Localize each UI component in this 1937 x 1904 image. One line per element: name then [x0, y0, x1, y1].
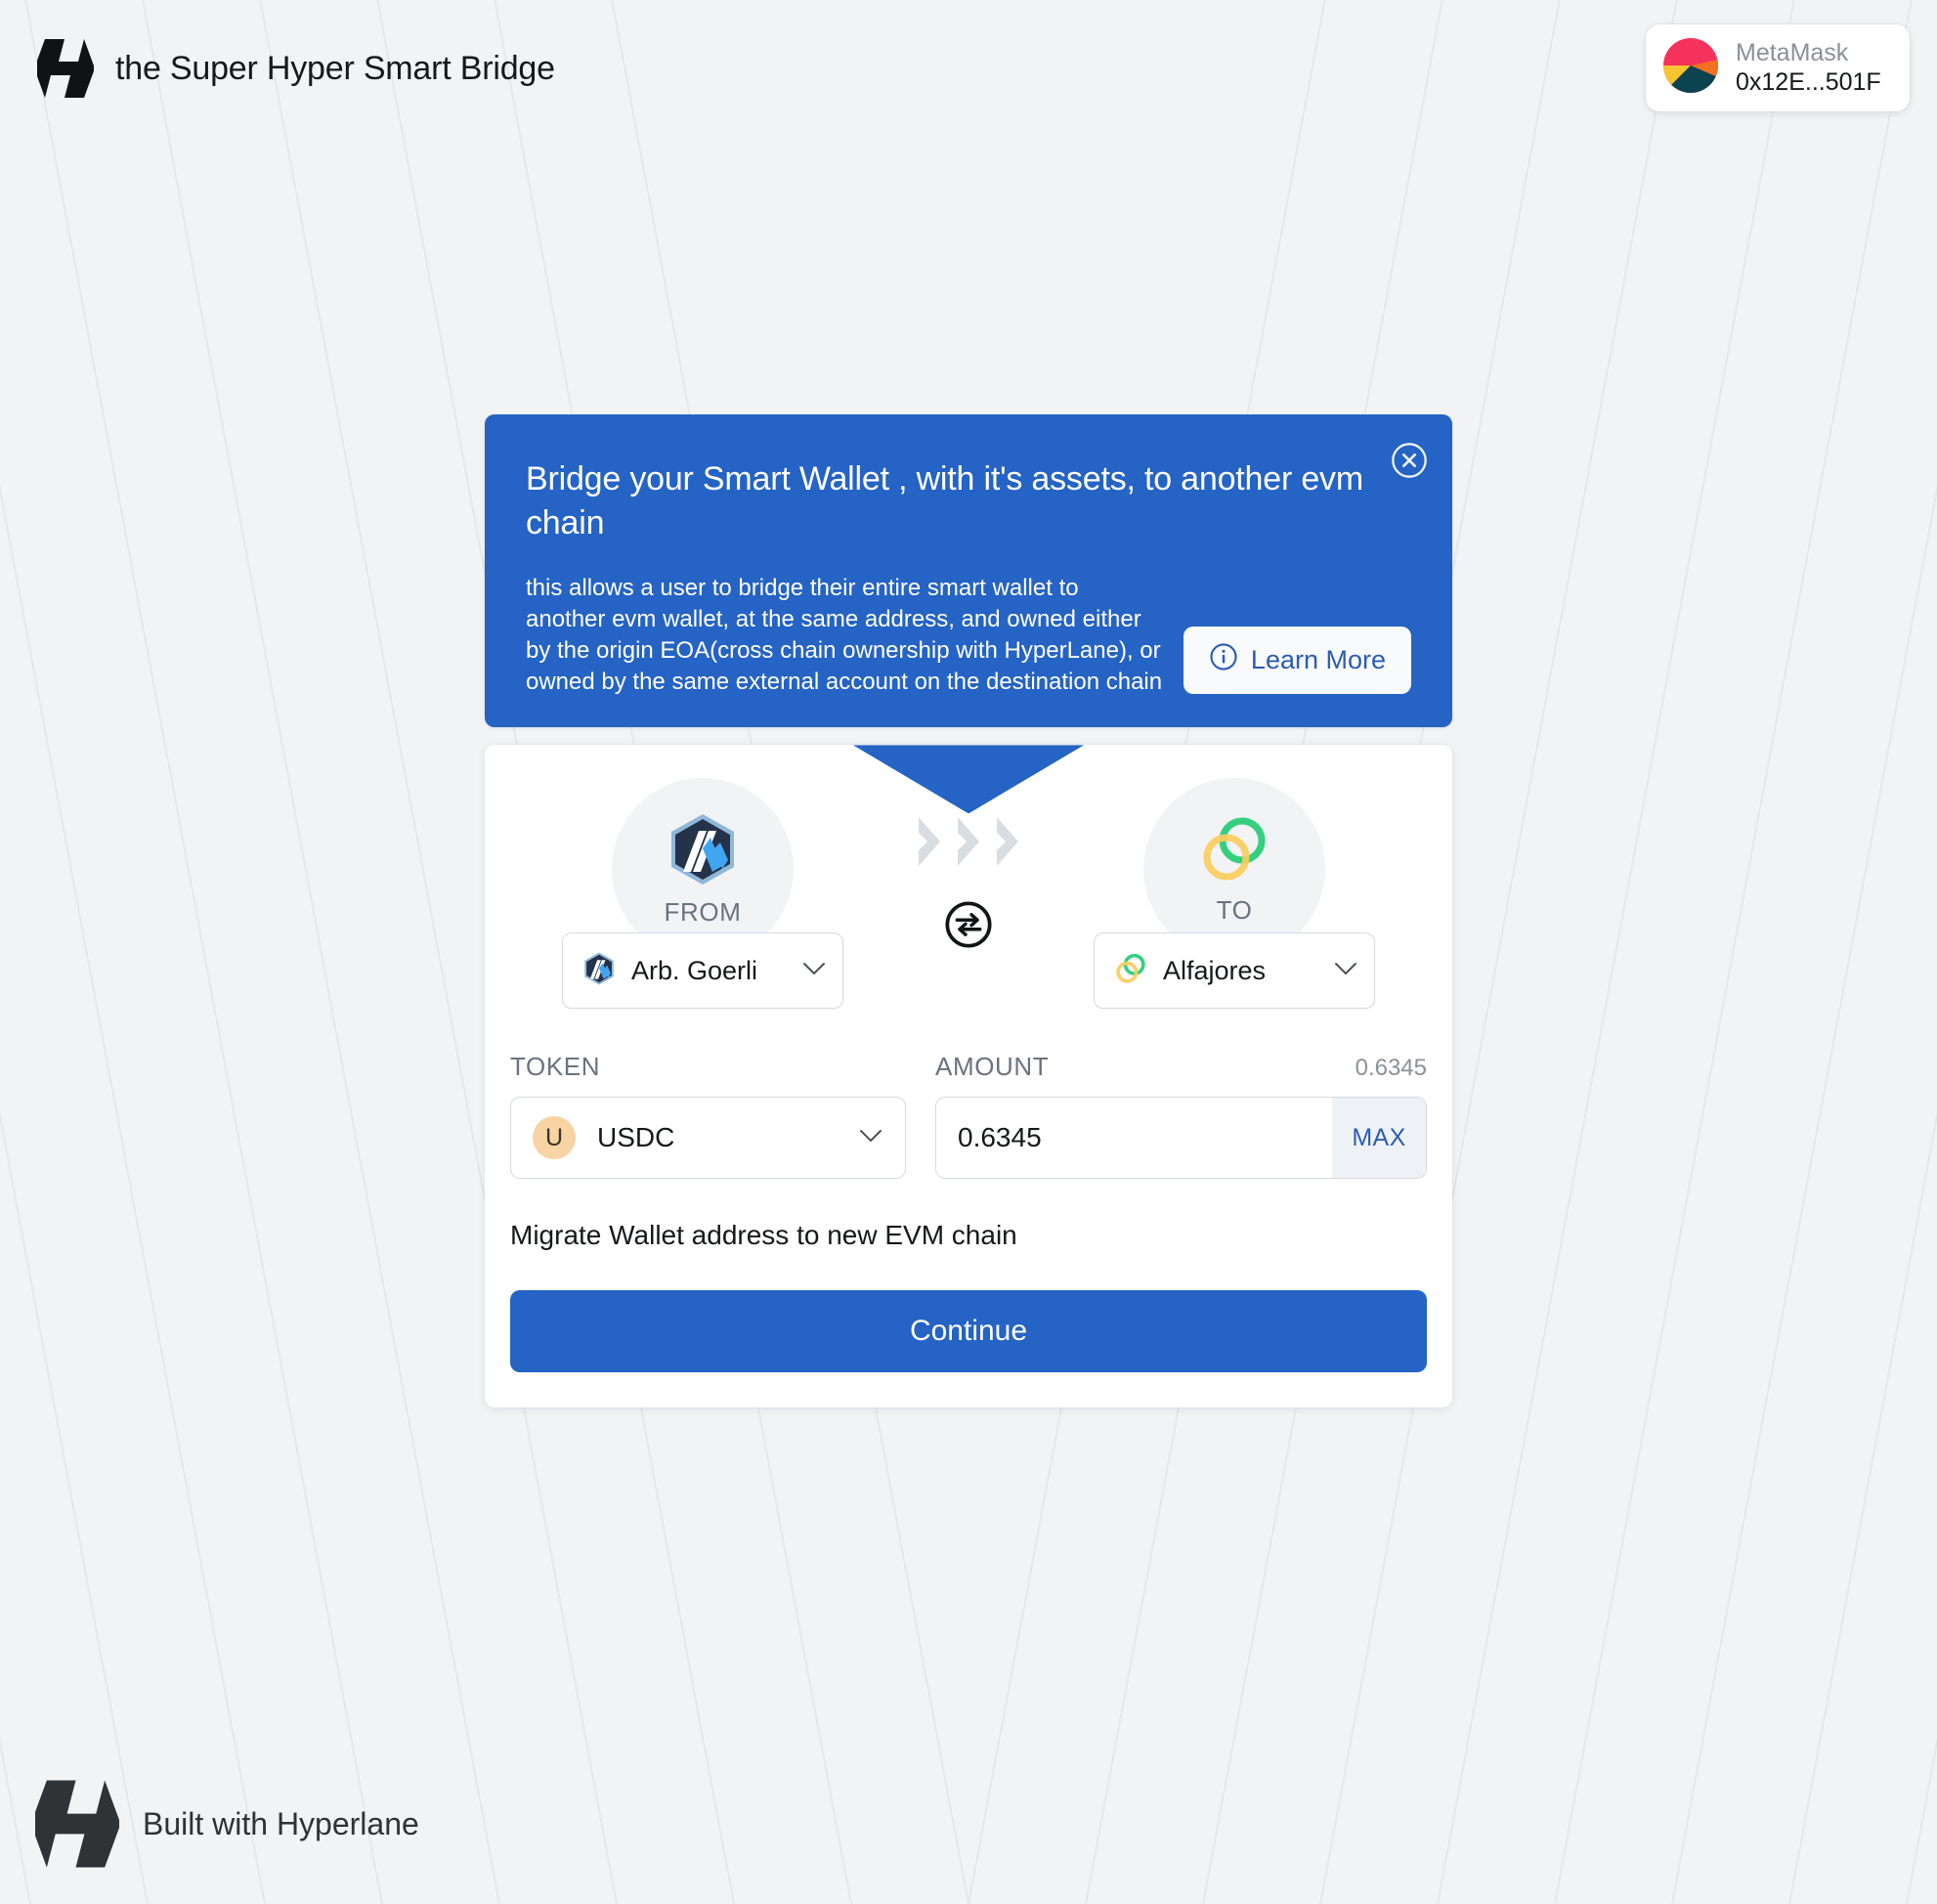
info-banner: Bridge your Smart Wallet , with it's ass…: [485, 414, 1452, 728]
brand[interactable]: the Super Hyper Smart Bridge: [37, 38, 555, 99]
center-column: Bridge your Smart Wallet , with it's ass…: [485, 414, 1452, 1408]
to-chain-group: TO Alfajores: [1042, 778, 1427, 1010]
migrate-note: Migrate Wallet address to new EVM chain: [510, 1220, 1017, 1251]
arbitrum-icon: [582, 951, 616, 991]
triple-chevron-right-icon: [915, 815, 1022, 868]
amount-input[interactable]: [936, 1098, 1332, 1179]
from-label: FROM: [664, 896, 742, 927]
chain-selection-row: FROM Arb. Goerli TO Alfajores: [510, 745, 1427, 1010]
max-button[interactable]: MAX: [1332, 1098, 1426, 1179]
hyperlane-logo-icon: [35, 1779, 119, 1869]
token-amount-row: TOKEN U USDC AMOUNT 0.6345 0.6345 MAX: [510, 1052, 1427, 1180]
close-circle-icon[interactable]: [1390, 441, 1429, 480]
from-chain-select[interactable]: Arb. Goerli: [562, 932, 843, 1010]
page-title: the Super Hyper Smart Bridge: [115, 49, 555, 87]
arbitrum-icon: [667, 811, 739, 887]
learn-more-button[interactable]: Learn More: [1183, 627, 1411, 695]
token-name: USDC: [597, 1122, 675, 1153]
balance-value: 0.6345: [1355, 1055, 1427, 1082]
chevron-down-icon: [1333, 961, 1358, 981]
info-circle-icon: [1209, 642, 1238, 678]
amount-label: AMOUNT: [935, 1052, 1050, 1082]
info-banner-body: this allows a user to bridge their entir…: [526, 574, 1163, 696]
swap-circle-icon[interactable]: [943, 899, 994, 950]
transfer-direction-group: [895, 778, 1042, 950]
top-bar: the Super Hyper Smart Bridge: [0, 0, 1937, 137]
hyperlane-logo-icon: [37, 38, 94, 99]
to-label: TO: [1216, 894, 1253, 925]
info-banner-row: this allows a user to bridge their entir…: [526, 573, 1411, 699]
token-field-head: TOKEN: [510, 1052, 906, 1083]
from-chain-name: Arb. Goerli: [631, 955, 758, 985]
learn-more-label: Learn More: [1250, 645, 1386, 675]
info-banner-title: Bridge your Smart Wallet , with it's ass…: [526, 460, 1363, 541]
bridge-card: FROM Arb. Goerli TO Alfajores TOKEN U US…: [485, 745, 1452, 1408]
token-field: TOKEN U USDC: [510, 1052, 906, 1180]
chevron-down-icon: [858, 1128, 883, 1148]
to-chain-select[interactable]: Alfajores: [1094, 932, 1375, 1010]
to-chain-name: Alfajores: [1163, 955, 1267, 985]
chevron-down-icon: [801, 961, 827, 981]
usdc-token-icon: U: [533, 1116, 576, 1160]
footer-text: Built with Hyperlane: [143, 1805, 419, 1841]
from-chain-group: FROM Arb. Goerli: [510, 778, 895, 1010]
amount-field: AMOUNT 0.6345 MAX: [935, 1052, 1427, 1180]
amount-field-head: AMOUNT 0.6345: [935, 1052, 1427, 1083]
celo-icon: [1198, 813, 1270, 886]
amount-input-wrapper: MAX: [935, 1097, 1427, 1180]
celo-icon: [1114, 952, 1147, 990]
continue-button[interactable]: Continue: [510, 1290, 1427, 1373]
token-label: TOKEN: [510, 1052, 601, 1082]
token-select[interactable]: U USDC: [510, 1097, 906, 1180]
footer[interactable]: Built with Hyperlane: [35, 1779, 419, 1869]
